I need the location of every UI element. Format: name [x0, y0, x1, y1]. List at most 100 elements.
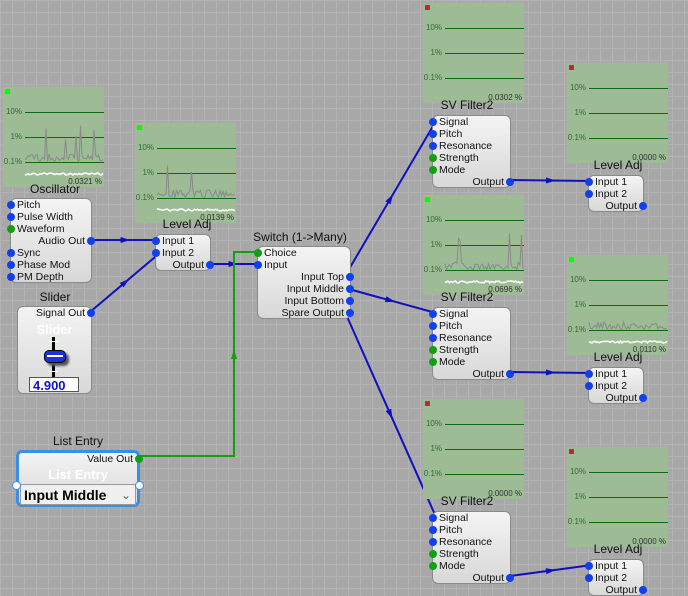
pin-input-1[interactable]: Input 1	[585, 368, 627, 380]
pin-dot[interactable]	[429, 538, 437, 546]
pin-input-2[interactable]: Input 2	[585, 380, 627, 392]
pin-sync[interactable]: Sync	[7, 247, 40, 259]
pin-dot[interactable]	[429, 154, 437, 162]
pin-dot[interactable]	[639, 394, 647, 402]
pin-dot[interactable]	[429, 562, 437, 570]
pin-resonance[interactable]: Resonance	[429, 140, 492, 152]
pin-audio-out[interactable]: Audio Out	[38, 235, 95, 247]
slider-knob[interactable]	[44, 350, 66, 363]
pin-strength[interactable]: Strength	[429, 344, 479, 356]
pin-waveform[interactable]: Waveform	[7, 223, 64, 235]
resize-handle-right[interactable]	[135, 481, 144, 490]
list-entry-dropdown[interactable]: Input Middle ⌄	[20, 484, 136, 505]
pin-pulse-width[interactable]: Pulse Width	[7, 211, 73, 223]
level-adj-module[interactable]: Input 1 Input 2 Output	[585, 175, 647, 212]
pin-dot[interactable]	[506, 370, 514, 378]
pin-dot[interactable]	[346, 273, 354, 281]
pin-dot[interactable]	[585, 382, 593, 390]
pin-dot[interactable]	[429, 118, 437, 126]
control-wire[interactable]	[139, 251, 261, 457]
pin-input-1[interactable]: Input 1	[585, 176, 627, 188]
list-entry-module[interactable]: Value Out List Entry Input Middle ⌄	[12, 450, 144, 507]
pin-output[interactable]: Output	[605, 584, 647, 596]
pin-dot[interactable]	[7, 213, 15, 221]
pin-output[interactable]: Output	[472, 176, 514, 188]
pin-input-1[interactable]: Input 1	[585, 560, 627, 572]
pin-input-1[interactable]: Input 1	[152, 235, 194, 247]
sv-filter-module[interactable]: Signal Pitch Resonance Strength Mode Output	[429, 307, 514, 380]
slider-module[interactable]: Signal Out Slider 4.900	[17, 306, 95, 394]
pin-dot[interactable]	[639, 202, 647, 210]
pin-output[interactable]: Output	[472, 368, 514, 380]
pin-pm-depth[interactable]: PM Depth	[7, 271, 64, 283]
pin-signal[interactable]: Signal	[429, 308, 468, 320]
pin-input[interactable]: Input	[254, 259, 287, 271]
pin-dot[interactable]	[206, 261, 214, 269]
pin-input-2[interactable]: Input 2	[152, 247, 194, 259]
pin-pitch[interactable]: Pitch	[429, 524, 462, 536]
pin-resonance[interactable]: Resonance	[429, 332, 492, 344]
pin-output[interactable]: Output	[172, 259, 214, 271]
pin-dot[interactable]	[429, 526, 437, 534]
switch-module[interactable]: Choice Input Input Top Input Middle Input Bo…	[254, 246, 354, 319]
pin-resonance[interactable]: Resonance	[429, 536, 492, 548]
pin-dot[interactable]	[7, 273, 15, 281]
pin-dot[interactable]	[585, 190, 593, 198]
pin-dot[interactable]	[429, 514, 437, 522]
pin-pitch[interactable]: Pitch	[429, 128, 462, 140]
pin-dot[interactable]	[429, 166, 437, 174]
pin-dot[interactable]	[585, 370, 593, 378]
pin-output[interactable]: Output	[605, 200, 647, 212]
pin-mode[interactable]: Mode	[429, 164, 465, 176]
level-adj-module[interactable]: Input 1 Input 2 Output	[152, 234, 214, 271]
pin-dot[interactable]	[135, 455, 143, 463]
pin-dot[interactable]	[7, 201, 15, 209]
pin-dot[interactable]	[429, 346, 437, 354]
pin-strength[interactable]: Strength	[429, 548, 479, 560]
pin-mode[interactable]: Mode	[429, 356, 465, 368]
level-adj-module[interactable]: Input 1 Input 2 Output	[585, 367, 647, 404]
pin-dot[interactable]	[87, 237, 95, 245]
sv-filter-module[interactable]: Signal Pitch Resonance Strength Mode Output	[429, 115, 514, 188]
pin-dot[interactable]	[585, 562, 593, 570]
pin-dot[interactable]	[429, 334, 437, 342]
pin-pitch[interactable]: Pitch	[429, 320, 462, 332]
sv-filter-module[interactable]: Signal Pitch Resonance Strength Mode Output	[429, 511, 514, 584]
pin-signal-out[interactable]: Signal Out	[36, 307, 95, 319]
pin-signal[interactable]: Signal	[429, 116, 468, 128]
pin-dot[interactable]	[429, 322, 437, 330]
pin-dot[interactable]	[7, 249, 15, 257]
pin-dot[interactable]	[429, 130, 437, 138]
pin-dot[interactable]	[7, 261, 15, 269]
pin-dot[interactable]	[585, 574, 593, 582]
oscillator-module[interactable]: Pitch Pulse Width Waveform Audio Out Sync Pha…	[7, 198, 95, 283]
pin-pitch[interactable]: Pitch	[7, 199, 40, 211]
pin-strength[interactable]: Strength	[429, 152, 479, 164]
pin-dot[interactable]	[429, 310, 437, 318]
pin-phase-mod[interactable]: Phase Mod	[7, 259, 70, 271]
pin-dot[interactable]	[87, 309, 95, 317]
slider-value[interactable]: 4.900	[29, 377, 79, 393]
resize-handle-left[interactable]	[12, 481, 21, 490]
pin-dot[interactable]	[506, 574, 514, 582]
pin-dot[interactable]	[506, 178, 514, 186]
pin-dot[interactable]	[429, 550, 437, 558]
pin-dot[interactable]	[346, 285, 354, 293]
pin-output[interactable]: Output	[472, 572, 514, 584]
pin-dot[interactable]	[429, 358, 437, 366]
pin-dot[interactable]	[346, 297, 354, 305]
pin-dot[interactable]	[429, 142, 437, 150]
pin-dot[interactable]	[585, 178, 593, 186]
pin-dot[interactable]	[152, 237, 160, 245]
pin-spare-output[interactable]: Spare Output	[282, 307, 354, 319]
pin-dot[interactable]	[254, 249, 262, 257]
pin-dot[interactable]	[254, 261, 262, 269]
pin-input-2[interactable]: Input 2	[585, 572, 627, 584]
pin-input-top[interactable]: Input Top	[301, 271, 354, 283]
pin-choice[interactable]: Choice	[254, 247, 297, 259]
pin-value-out[interactable]: Value Out	[87, 453, 143, 465]
pin-input-2[interactable]: Input 2	[585, 188, 627, 200]
pin-input-middle[interactable]: Input Middle	[287, 283, 354, 295]
pin-input-bottom[interactable]: Input Bottom	[284, 295, 354, 307]
slider-control[interactable]	[42, 337, 66, 377]
